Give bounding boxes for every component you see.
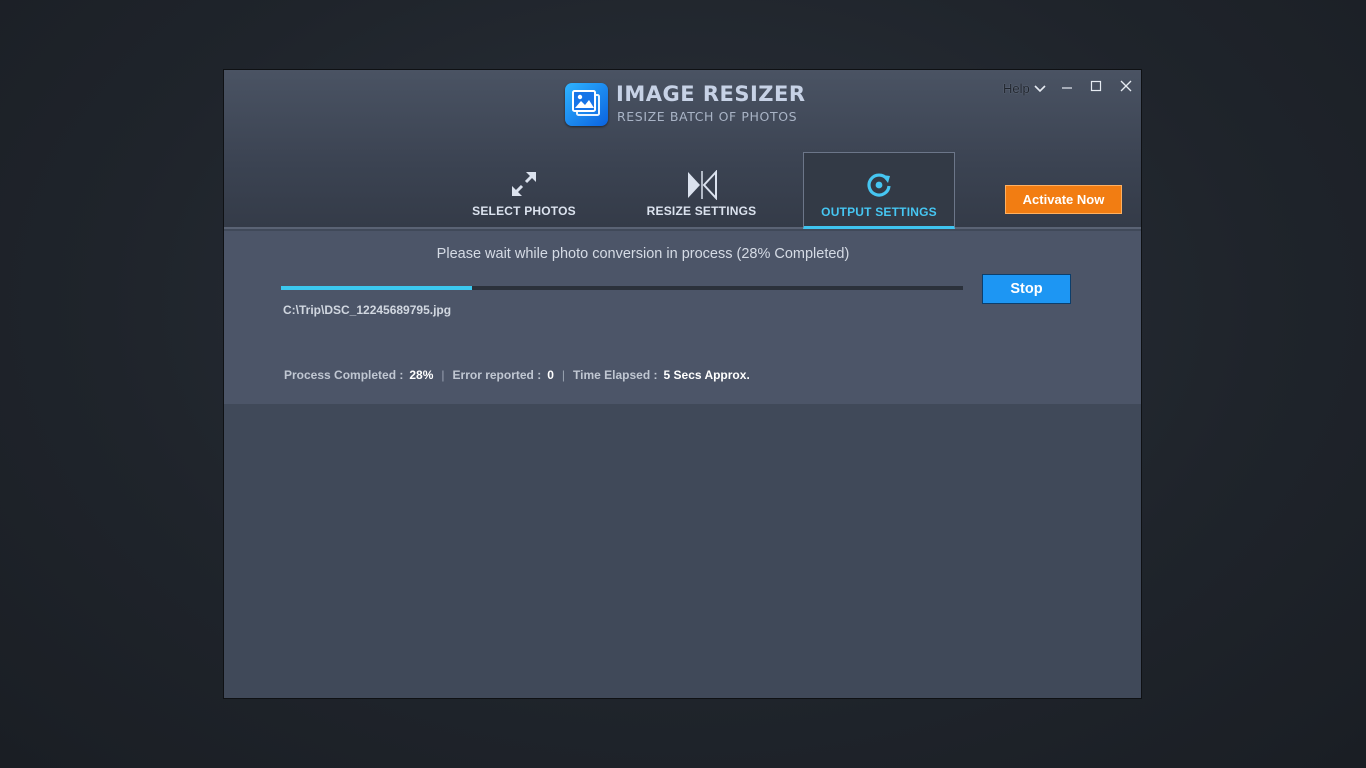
tab-label: SELECT PHOTOS — [472, 204, 576, 218]
help-label: Help — [1003, 81, 1030, 96]
tab-output-settings[interactable]: OUTPUT SETTINGS — [803, 152, 955, 229]
current-file-path: C:\Trip\DSC_12245689795.jpg — [283, 303, 452, 317]
error-reported-value: 0 — [547, 368, 554, 382]
divider: | — [561, 368, 566, 382]
header: IMAGE RESIZER RESIZE BATCH OF PHOTOS Hel… — [224, 70, 1141, 229]
help-menu[interactable]: Help — [1003, 81, 1046, 96]
app-window: IMAGE RESIZER RESIZE BATCH OF PHOTOS Hel… — [223, 69, 1142, 699]
app-title: IMAGE RESIZER — [616, 82, 806, 106]
app-subtitle: RESIZE BATCH OF PHOTOS — [617, 109, 798, 124]
maximize-icon[interactable] — [1088, 78, 1104, 94]
process-completed-value: 28% — [409, 368, 434, 382]
tab-resize-settings[interactable]: RESIZE SETTINGS — [629, 152, 774, 229]
error-reported-label: Error reported : — [452, 368, 542, 382]
status-text: Please wait while photo conversion in pr… — [436, 246, 850, 262]
stop-button[interactable]: Stop — [982, 274, 1071, 304]
time-elapsed-label: Time Elapsed : — [573, 368, 658, 382]
stats-bar: Process Completed : 28% | Error reported… — [284, 368, 750, 382]
chevron-down-icon — [1034, 85, 1046, 93]
tab-label: OUTPUT SETTINGS — [821, 205, 937, 219]
activate-now-button[interactable]: Activate Now — [1005, 185, 1122, 214]
time-elapsed-value: 5 Secs Approx. — [663, 368, 750, 382]
minimize-icon[interactable] — [1059, 78, 1075, 94]
refresh-icon — [867, 173, 891, 197]
tab-label: RESIZE SETTINGS — [646, 204, 757, 218]
app-logo-icon — [565, 83, 608, 126]
resize-bowtie-icon — [687, 170, 717, 200]
progress-bar — [281, 286, 963, 290]
close-icon[interactable] — [1118, 78, 1134, 94]
progress-panel: Please wait while photo conversion in pr… — [224, 231, 1141, 404]
progress-fill — [281, 286, 472, 290]
tab-select-photos[interactable]: SELECT PHOTOS — [454, 152, 594, 229]
expand-arrows-icon — [512, 172, 536, 196]
divider: | — [441, 368, 445, 382]
process-completed-label: Process Completed : — [284, 368, 404, 382]
